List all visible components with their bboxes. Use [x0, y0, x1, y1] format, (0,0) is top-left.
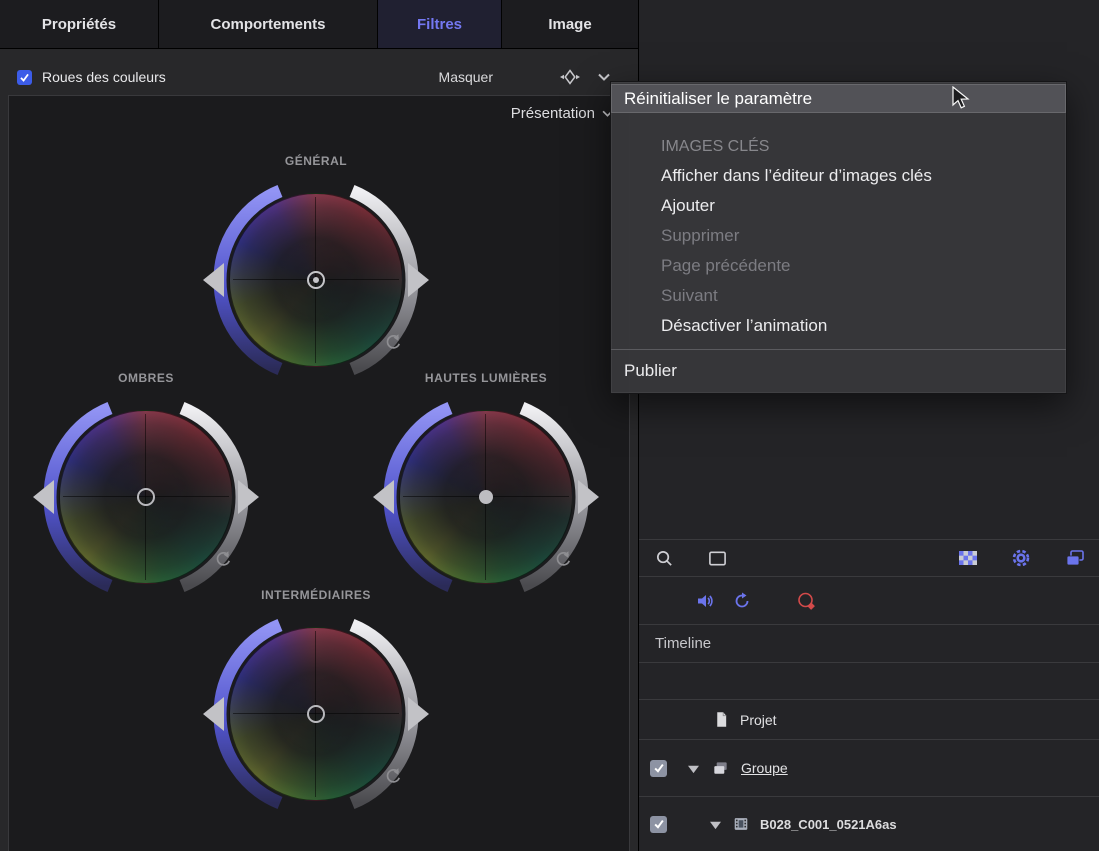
record-icon[interactable]: [796, 591, 816, 611]
arrow-right-icon[interactable]: [408, 697, 429, 731]
arrow-left-icon[interactable]: [203, 697, 224, 731]
color-wheel[interactable]: [21, 392, 271, 602]
filter-title: Roues des couleurs: [42, 69, 166, 85]
wheel-center-handle[interactable]: [137, 488, 155, 506]
arrow-left-icon[interactable]: [33, 480, 54, 514]
wheel-center-handle[interactable]: [307, 271, 325, 289]
timeline-empty-row: [639, 663, 1099, 700]
presentation-label: Présentation: [511, 105, 595, 122]
clip-checkbox[interactable]: [650, 816, 667, 833]
mouse-cursor: [952, 86, 974, 110]
color-wheel[interactable]: [191, 609, 441, 819]
menu-item-disable-animation[interactable]: Désactiver l’animation: [611, 311, 1066, 341]
film-icon: [732, 815, 750, 833]
arrow-right-icon[interactable]: [238, 480, 259, 514]
tab-comportements[interactable]: Comportements: [159, 0, 378, 48]
checkerboard-icon[interactable]: [959, 551, 977, 565]
menu-item-next: Suivant: [611, 281, 1066, 311]
menu-item-previous-page: Page précédente: [611, 251, 1066, 281]
filter-header: Roues des couleurs Masquer: [8, 59, 630, 95]
layers-icon[interactable]: [1065, 548, 1085, 568]
menu-gap: [611, 113, 1066, 133]
reset-icon[interactable]: [384, 767, 402, 785]
inspector-panel: Propriétés Comportements Filtres Image R…: [0, 0, 638, 851]
clip-label[interactable]: B028_C001_0521A6as: [760, 817, 897, 832]
hide-button[interactable]: Masquer: [439, 69, 493, 85]
color-wheel-intermediaires: INTERMÉDIAIRES: [191, 588, 441, 819]
menu-item-delete: Supprimer: [611, 221, 1066, 251]
frame-icon[interactable]: [708, 549, 727, 568]
presentation-dropdown[interactable]: Présentation: [511, 105, 613, 122]
timeline-header: Timeline: [639, 625, 1099, 663]
project-label: Projet: [740, 712, 777, 728]
color-wheel[interactable]: [361, 392, 611, 602]
filter-enable-checkbox[interactable]: [17, 70, 32, 85]
tab-filtres[interactable]: Filtres: [378, 0, 502, 48]
disclosure-triangle-icon[interactable]: [709, 819, 722, 830]
search-icon[interactable]: [655, 549, 674, 568]
timeline-controls-row: [639, 577, 1099, 625]
group-icon: [711, 759, 730, 778]
menu-item-show-keyframe-editor[interactable]: Afficher dans l’éditeur d’images clés: [611, 161, 1066, 191]
tab-proprietes[interactable]: Propriétés: [0, 0, 159, 48]
checkmark-icon: [653, 818, 665, 830]
arrow-right-icon[interactable]: [408, 263, 429, 297]
group-row[interactable]: Groupe: [639, 740, 1099, 797]
animation-context-menu: Réinitialiser le paramètre IMAGES CLÉS A…: [610, 81, 1067, 394]
timeline-label: Timeline: [655, 635, 711, 652]
arrow-right-icon[interactable]: [578, 480, 599, 514]
tab-image[interactable]: Image: [502, 0, 638, 48]
color-wheel[interactable]: [191, 175, 441, 385]
menu-item-add[interactable]: Ajouter: [611, 191, 1066, 221]
motion-filters-inspector: Propriétés Comportements Filtres Image R…: [0, 0, 1099, 851]
reset-icon[interactable]: [214, 550, 232, 568]
color-wheel-hautes-lumieres: HAUTES LUMIÈRES: [361, 371, 611, 602]
menu-section-images-cles: IMAGES CLÉS: [611, 133, 1066, 161]
arrow-left-icon[interactable]: [373, 480, 394, 514]
loop-icon[interactable]: [732, 591, 752, 611]
wheel-label: HAUTES LUMIÈRES: [361, 371, 611, 389]
timeline-toolbar: [639, 539, 1099, 577]
group-checkbox[interactable]: [650, 760, 667, 777]
document-icon: [713, 710, 730, 729]
group-label[interactable]: Groupe: [741, 760, 788, 776]
disclosure-triangle-icon[interactable]: [687, 763, 700, 774]
menu-item-reset-parameter[interactable]: Réinitialiser le paramètre: [611, 84, 1066, 113]
reset-icon[interactable]: [554, 550, 572, 568]
wheel-label: OMBRES: [21, 371, 271, 389]
inspector-tabbar: Propriétés Comportements Filtres Image: [0, 0, 638, 49]
keyframe-icon[interactable]: [559, 69, 581, 85]
gear-icon[interactable]: [1011, 548, 1031, 568]
wheel-center-handle[interactable]: [307, 705, 325, 723]
wheel-center-handle[interactable]: [479, 490, 493, 504]
clip-row[interactable]: B028_C001_0521A6as: [639, 797, 1099, 851]
color-wheel-ombres: OMBRES: [21, 371, 271, 602]
project-row[interactable]: Projet: [639, 700, 1099, 740]
checkmark-icon: [653, 762, 665, 774]
checkmark-icon: [19, 72, 30, 83]
menu-item-publish[interactable]: Publier: [611, 353, 1066, 389]
speaker-icon[interactable]: [695, 591, 715, 611]
color-wheels-area: Présentation GÉNÉRAL: [8, 95, 630, 851]
reset-icon[interactable]: [384, 333, 402, 351]
wheel-label: GÉNÉRAL: [191, 154, 441, 172]
arrow-left-icon[interactable]: [203, 263, 224, 297]
menu-separator: [611, 349, 1066, 350]
chevron-down-icon[interactable]: [598, 73, 610, 81]
wheel-label: INTERMÉDIAIRES: [191, 588, 441, 606]
color-wheel-general: GÉNÉRAL: [191, 154, 441, 385]
